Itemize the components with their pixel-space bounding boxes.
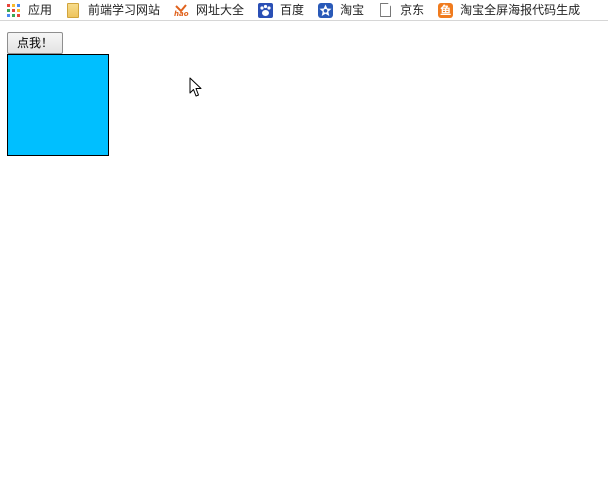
apps-grid-dot: [7, 13, 10, 17]
fish-icon: 鱼: [438, 2, 454, 18]
apps-grid-dot: [17, 8, 20, 12]
apps-grid-dot: [17, 13, 20, 17]
click-me-button[interactable]: 点我！: [7, 32, 63, 54]
bookmark-label: 百度: [280, 2, 305, 17]
apps-grid-icon: [6, 3, 21, 18]
bookmark-apps[interactable]: 应用: [0, 0, 56, 20]
bookmark-folder-frontend[interactable]: 前端学习网站: [60, 0, 164, 20]
bookmark-hao123[interactable]: hao 网址大全: [168, 0, 248, 20]
bookmark-label: 京东: [400, 2, 425, 17]
apps-grid-dot: [12, 3, 15, 7]
bookmark-baidu[interactable]: 百度: [252, 0, 308, 20]
folder-icon: [67, 2, 80, 18]
mouse-cursor-icon: [189, 77, 202, 97]
bookmark-taobao-poster[interactable]: 鱼 淘宝全屏海报代码生成: [432, 0, 584, 20]
hao123-icon: hao: [174, 3, 189, 18]
page-icon: [380, 3, 392, 17]
apps-grid-dot: [7, 8, 10, 12]
hao-logo-text: hao: [174, 9, 189, 18]
bookmark-label: 网址大全: [196, 2, 245, 17]
bookmark-jd[interactable]: 京东: [372, 0, 428, 20]
overflow-fade: [578, 0, 608, 20]
apps-grid-dot: [12, 13, 15, 17]
bookmark-taobao[interactable]: 淘宝: [312, 0, 368, 20]
apps-grid-dot: [17, 3, 20, 7]
taobao-flower-icon: [318, 2, 334, 18]
bookmark-label: 淘宝: [340, 2, 365, 17]
apps-grid-dot: [7, 3, 10, 7]
bookmark-label: 应用: [28, 2, 53, 17]
bookmarks-bar: 应用 前端学习网站 hao 网址大全 百度 淘宝 京东 鱼 淘宝全屏海报代码生成: [0, 0, 608, 21]
blue-box: [7, 54, 109, 156]
apps-grid-dot: [12, 8, 15, 12]
bookmark-label: 淘宝全屏海报代码生成: [460, 2, 581, 17]
baidu-paw-icon: [258, 2, 274, 18]
bookmark-label: 前端学习网站: [88, 2, 161, 17]
